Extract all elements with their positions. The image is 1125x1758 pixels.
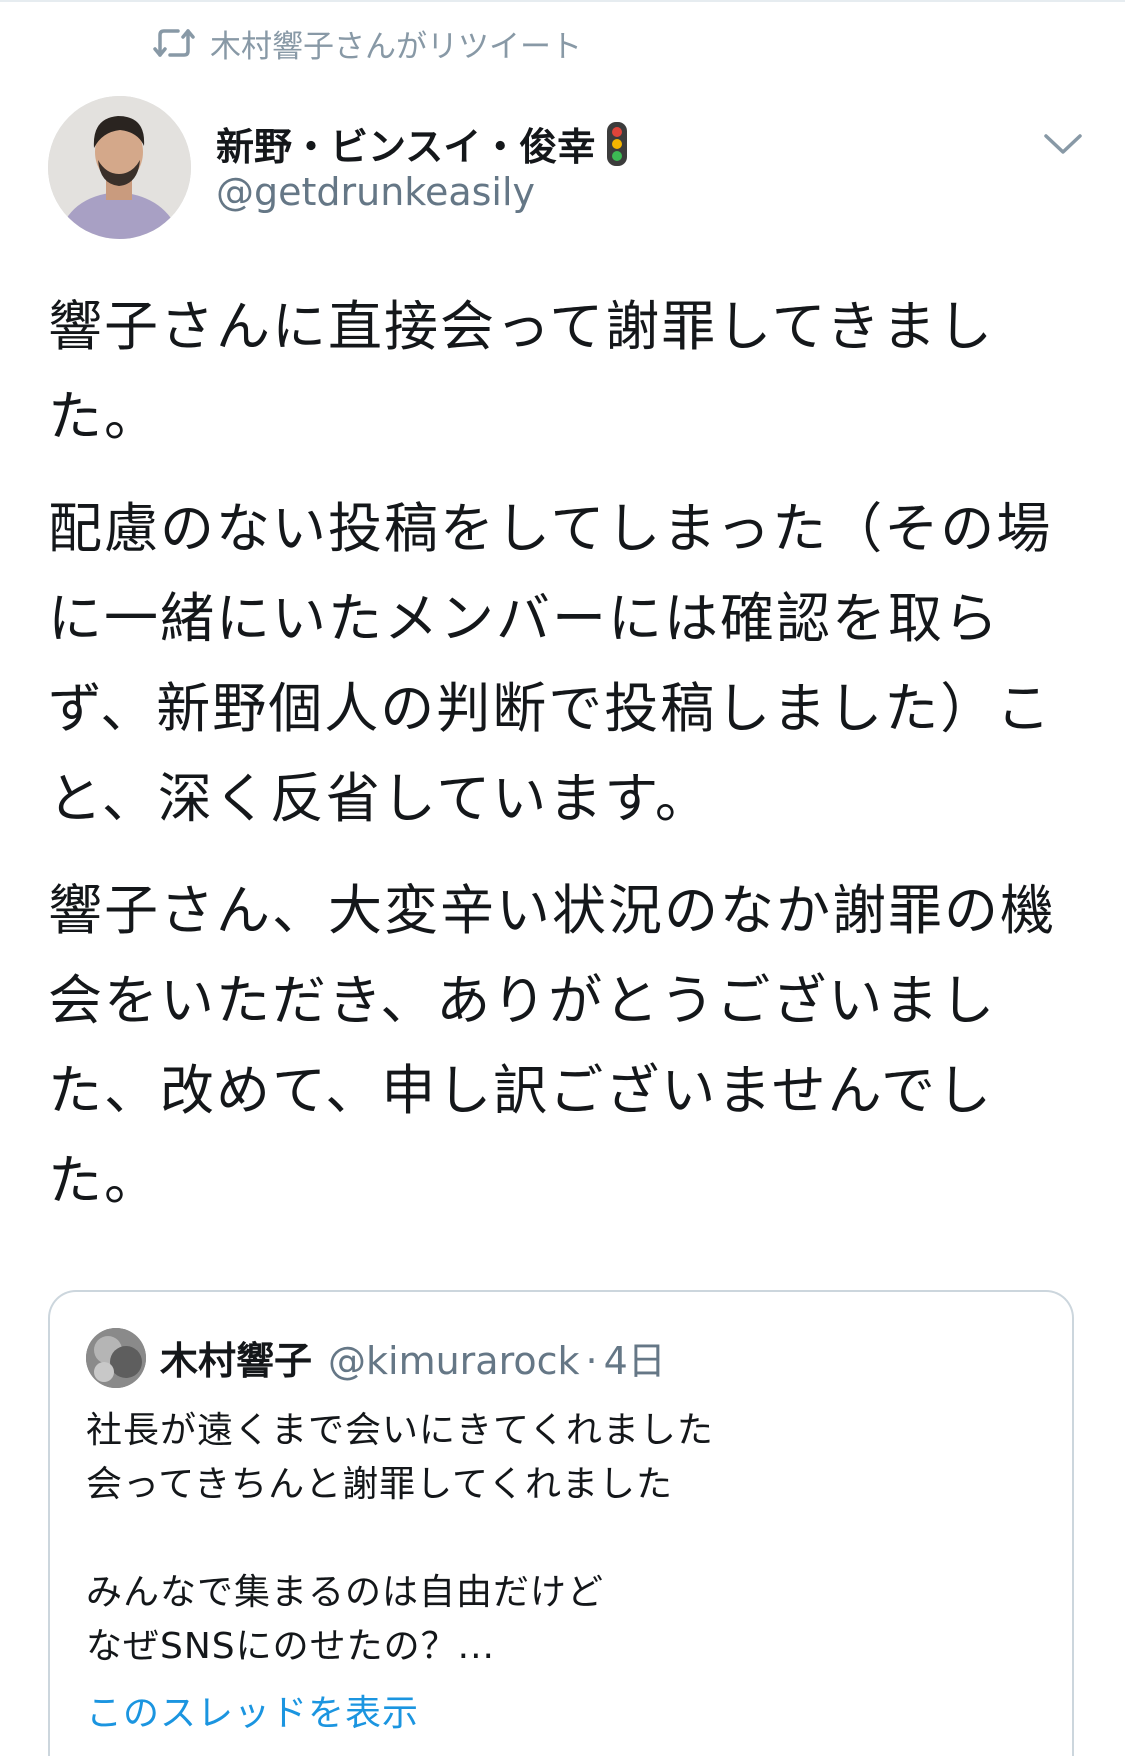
quoted-text-line: みんなで集まるのは自由だけど <box>86 1572 605 1613</box>
quoted-text-line: なぜSNSにのせたの？... <box>86 1626 495 1667</box>
quoted-text-line <box>86 1512 1026 1566</box>
author-display-name[interactable]: 新野・ビンスイ・俊幸 <box>216 116 629 171</box>
quoted-text-line: 社長が遠くまで会いにきてくれました <box>86 1410 714 1451</box>
retweet-context-text: 木村響子さんがリツイート <box>210 28 582 65</box>
retweet-context[interactable]: 木村響子さんがリツイート <box>152 20 582 66</box>
author-avatar-image <box>48 96 191 239</box>
quoted-tweet-header: 木村響子 @kimurarock · 4日 <box>160 1330 666 1385</box>
quoted-author-handle: @kimurarock <box>328 1339 580 1383</box>
tweet-paragraph: 配慮のない投稿をしてしまった（その場に一緒にいたメンバーには確認を取らず、新野個… <box>48 497 1053 830</box>
quoted-tweet-text: 社長が遠くまで会いにきてくれました 会ってきちんと謝罪してくれました みんなで集… <box>86 1404 1026 1674</box>
quoted-text-line: 会ってきちんと謝罪してくれました <box>86 1464 673 1505</box>
quoted-header-separator: · <box>585 1339 598 1383</box>
quoted-tweet-card[interactable]: 木村響子 @kimurarock · 4日 社長が遠くまで会いにきてくれました … <box>48 1290 1074 1756</box>
tweet-paragraph: 響子さんに直接会って謝罪してきました。 <box>48 295 995 448</box>
quoted-author-name: 木村響子 <box>160 1339 313 1383</box>
quoted-tweet-time: 4日 <box>603 1339 666 1383</box>
author-name-text: 新野・ビンスイ・俊幸 <box>216 125 596 169</box>
quoted-avatar-image <box>86 1328 146 1388</box>
quoted-author-avatar <box>86 1328 146 1388</box>
author-avatar[interactable] <box>48 96 191 239</box>
top-divider <box>0 0 1125 2</box>
tweet-paragraph: 響子さん、大変辛い状況のなか謝罪の機会をいただき、ありがとうございました、改めて… <box>48 879 1056 1212</box>
author-handle[interactable]: @getdrunkeasily <box>216 170 535 214</box>
chevron-down-icon[interactable] <box>1042 128 1084 158</box>
show-thread-link[interactable]: このスレッドを表示 <box>86 1684 419 1736</box>
traffic-light-icon <box>607 121 628 166</box>
tweet-text: 響子さんに直接会って謝罪してきました。 配慮のない投稿をしてしまった（その場に一… <box>48 282 1088 1248</box>
retweet-icon <box>153 29 195 57</box>
